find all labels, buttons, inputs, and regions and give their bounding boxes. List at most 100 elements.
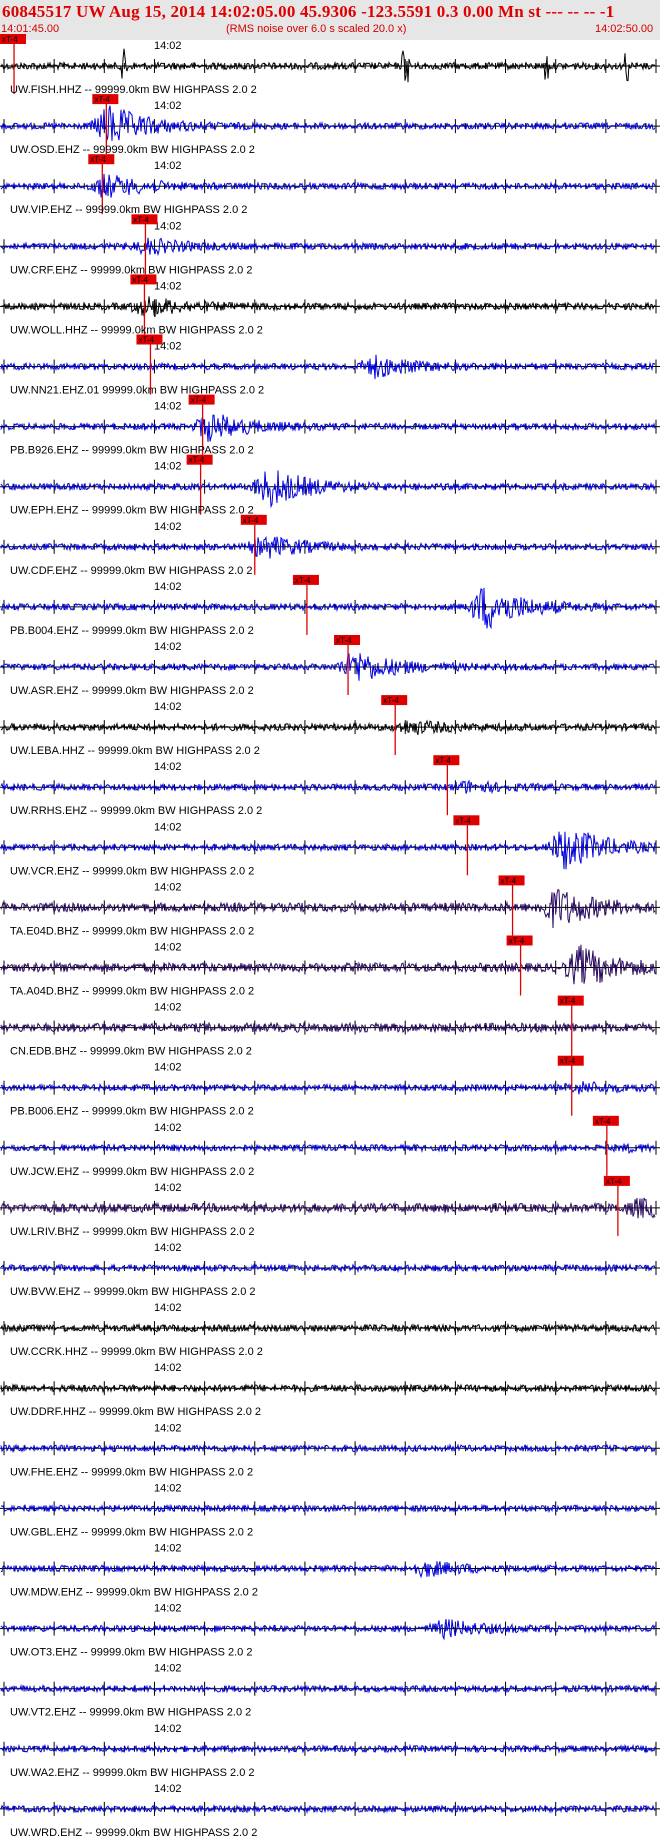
waveform [0,1561,656,1579]
pick-label: xT-4 [501,876,517,885]
waveform [0,414,656,442]
trace-row: 14:02 xT-4 UW.LRIV.BHZ -- 99999.0km BW HIG… [0,1175,660,1238]
channel-label: PB.B926.EHZ -- 99999.0km BW HIGHPASS 2.0… [10,445,254,457]
time-tick-label: 14:02 [154,1362,182,1374]
time-tick-label: 14:02 [154,1302,182,1314]
time-tick-label: 14:02 [154,1543,182,1555]
time-tick-label: 14:02 [154,100,182,112]
pick-label: xT-4 [191,396,207,405]
trace-row: 14:02 xT-4 PB.B004.EHZ -- 99999.0km BW HIG… [0,574,660,637]
time-tick-label: 14:02 [154,581,182,593]
waveform [0,237,656,257]
channel-label: TA.E04D.BHZ -- 99999.0km BW HIGHPASS 2.0… [10,925,254,937]
waveform [0,48,656,83]
trace-row: 14:02 UW.VT2.EHZ -- 99999.0km BW HIGHPASS… [0,1663,660,1719]
time-tick-label: 14:02 [154,1723,182,1735]
waveform [0,470,656,509]
channel-label: UW.GBL.EHZ -- 99999.0km BW HIGHPASS 2.0 … [10,1526,253,1538]
trace-row: 14:02 xT-4 PB.B006.EHZ -- 99999.0km BW HIG… [0,1055,660,1118]
time-tick-label: 14:02 [154,881,182,893]
trace-row: 14:02 xT-4 UW.OSD.EHZ -- 99999.0km BW HIGH… [0,94,660,156]
waveform [0,831,656,870]
waveform [0,105,656,141]
channel-label: UW.FISH.HHZ -- 99999.0km BW HIGHPASS 2.0… [10,84,257,96]
time-tick-label: 14:02 [154,1663,182,1675]
channel-label: UW.EPH.EHZ -- 99999.0km BW HIGHPASS 2.0 … [10,505,254,517]
trace-row: 14:02 xT-4 UW.VCR.EHZ -- 99999.0km BW HIGH… [0,815,660,877]
waveform [0,944,656,985]
waveform [0,1743,656,1754]
trace-row: 14:02 xT-4 TA.A04D.BHZ -- 99999.0km BW HIG… [0,935,660,998]
time-tick-label: 14:02 [154,1242,182,1254]
time-tick-label: 14:02 [154,40,182,52]
channel-label: UW.VIP.EHZ -- 99999.0km BW HIGHPASS 2.0 … [10,204,247,216]
time-tick-label: 14:02 [154,1182,182,1194]
trace-row: 14:02 UW.MDW.EHZ -- 99999.0km BW HIGHPASS… [0,1543,660,1599]
time-tick-label: 14:02 [154,280,182,292]
waveform [0,888,656,929]
pick-label: xT-4 [595,1117,611,1126]
trace-row: 14:02 UW.OT3.EHZ -- 99999.0km BW HIGHPASS… [0,1603,660,1659]
time-tick-label: 14:02 [154,1482,182,1494]
pick-label: xT-4 [336,636,352,645]
channel-label: UW.OT3.EHZ -- 99999.0km BW HIGHPASS 2.0 … [10,1647,252,1659]
channel-label: UW.MDW.EHZ -- 99999.0km BW HIGHPASS 2.0 … [10,1587,258,1599]
pick-label: xT-4 [560,997,576,1006]
channel-label: UW.BVW.EHZ -- 99999.0km BW HIGHPASS 2.0 … [10,1286,256,1298]
time-tick-label: 14:02 [154,1002,182,1014]
trace-row: 14:02 xT-4 TA.E04D.BHZ -- 99999.0km BW HIG… [0,875,660,937]
channel-label: UW.WRD.EHZ -- 99999.0km BW HIGHPASS 2.0 … [10,1827,257,1838]
channel-label: TA.A04D.BHZ -- 99999.0km BW HIGHPASS 2.0… [10,986,254,998]
channel-label: UW.CCRK.HHZ -- 99999.0km BW HIGHPASS 2.0… [10,1346,263,1358]
pick-label: xT-4 [383,696,399,705]
time-tick-label: 14:02 [154,821,182,833]
channel-label: UW.DDRF.HHZ -- 99999.0km BW HIGHPASS 2.0… [10,1406,261,1418]
trace-row: 14:02 UW.WA2.EHZ -- 99999.0km BW HIGHPASS… [0,1723,660,1779]
time-tick-label: 14:02 [154,1783,182,1795]
time-tick-label: 14:02 [154,761,182,773]
channel-label: UW.WOLL.HHZ -- 99999.0km BW HIGHPASS 2.0… [10,324,263,336]
trace-row: 14:02 UW.WRD.EHZ -- 99999.0km BW HIGHPASS… [0,1783,660,1838]
time-tick-label: 14:02 [154,641,182,653]
waveform [0,587,656,630]
time-tick-label: 14:02 [154,701,182,713]
channel-label: UW.WA2.EHZ -- 99999.0km BW HIGHPASS 2.0 … [10,1767,255,1779]
channel-label: PB.B006.EHZ -- 99999.0km BW HIGHPASS 2.0… [10,1106,254,1118]
channel-label: UW.CDF.EHZ -- 99999.0km BW HIGHPASS 2.0 … [10,565,252,577]
trace-row: 14:02 xT-4 CN.EDB.BHZ -- 99999.0km BW HIGH… [0,995,660,1058]
trace-row: 14:02 xT-4 UW.JCW.EHZ -- 99999.0km BW HIGH… [0,1115,660,1178]
pick-label: xT-4 [94,95,110,104]
time-tick-label: 14:02 [154,1603,182,1615]
channel-label: UW.JCW.EHZ -- 99999.0km BW HIGHPASS 2.0 … [10,1166,254,1178]
pick-label: xT-4 [455,816,471,825]
seismogram-plot: 14:02xT-4UW.FISH.HHZ -- 99999.0km BW HIG… [0,34,660,1838]
trace-row: 14:02 UW.GBL.EHZ -- 99999.0km BW HIGHPASS… [0,1482,660,1538]
time-tick-label: 14:02 [154,942,182,954]
time-tick-label: 14:02 [154,1122,182,1134]
trace-row: 14:02 xT-4 PB.B926.EHZ -- 99999.0km BW HIG… [0,394,660,457]
channel-label: UW.VCR.EHZ -- 99999.0km BW HIGHPASS 2.0 … [10,865,254,877]
channel-label: UW.NN21.EHZ.01 99999.0km BW HIGHPASS 2.0… [10,385,264,397]
pick-label: xT-4 [132,275,148,284]
pick-label: xT-4 [90,155,106,164]
channel-label: UW.OSD.EHZ -- 99999.0km BW HIGHPASS 2.0 … [10,144,255,156]
channel-label: UW.VT2.EHZ -- 99999.0km BW HIGHPASS 2.0 … [10,1707,251,1719]
trace-row: 14:02 xT-4 UW.VIP.EHZ -- 99999.0km BW HIGH… [0,154,660,216]
trace-row: 14:02xT-4UW.NN21.EHZ.01 99999.0km BW HIG… [0,334,660,397]
time-tick-label: 14:02 [154,1422,182,1434]
time-tick-label: 14:02 [154,1062,182,1074]
trace-row: 14:02 xT-4 UW.CDF.EHZ -- 99999.0km BW HIGH… [0,514,660,577]
waveform [0,719,656,735]
trace-row: 14:02 UW.CCRK.HHZ -- 99999.0km BW HIGHPAS… [0,1302,660,1358]
trace-row: 14:02 xT-4 UW.EPH.EHZ -- 99999.0km BW HIGH… [0,454,660,517]
trace-row: 14:02 xT-4 UW.LEBA.HHZ -- 99999.0km BW HIG… [0,695,660,757]
pick-label: xT-4 [560,1057,576,1066]
pick-label: xT-4 [243,516,259,525]
channel-label: UW.LRIV.BHZ -- 99999.0km BW HIGHPASS 2.0… [10,1226,255,1238]
pick-label: xT-4 [435,756,451,765]
channel-label: CN.EDB.BHZ -- 99999.0km BW HIGHPASS 2.0 … [10,1046,252,1058]
pick-label: xT-4 [138,336,154,345]
trace-row: 14:02 UW.DDRF.HHZ -- 99999.0km BW HIGHPAS… [0,1362,660,1418]
channel-label: UW.FHE.EHZ -- 99999.0km BW HIGHPASS 2.0 … [10,1466,253,1478]
trace-row: 14:02 UW.BVW.EHZ -- 99999.0km BW HIGHPASS… [0,1242,660,1298]
